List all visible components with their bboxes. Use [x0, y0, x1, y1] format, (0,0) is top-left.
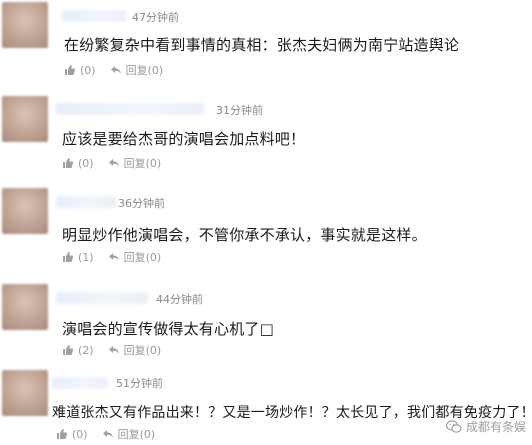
like-button[interactable]: (0) [64, 64, 110, 77]
avatar[interactable] [2, 370, 48, 416]
comment-actions: (0) 回复(0) [56, 426, 155, 442]
like-button[interactable]: (0) [56, 428, 102, 441]
comment-text: 明显炒作他演唱会，不管你承不承认，事实就是这样。 [62, 226, 427, 244]
comment-item: 47分钟前 在纷繁复杂中看到事情的真相：张杰夫妇俩为南宁站造舆论 (0) 回复(… [0, 0, 532, 88]
comment-item: 36分钟前 明显炒作他演唱会，不管你承不承认，事实就是这样。 (1) 回复(0) [0, 180, 532, 272]
reply-label: 回复(0) [117, 428, 156, 441]
reply-label: 回复(0) [123, 344, 162, 357]
comment-item: 31分钟前 应该是要给杰哥的演唱会加点料吧！ (0) 回复(0) [0, 88, 532, 180]
reply-arrow-icon [108, 346, 119, 354]
comment-text: 应该是要给杰哥的演唱会加点料吧！ [62, 130, 306, 148]
reply-button[interactable]: 回复(0) [102, 426, 156, 442]
username-redacted[interactable] [56, 292, 148, 304]
comment-time: 47分钟前 [132, 11, 179, 24]
reply-arrow-icon [102, 430, 113, 438]
username-redacted[interactable] [52, 377, 108, 389]
wechat-icon [445, 419, 462, 433]
like-count: (0) [72, 427, 88, 441]
comment-actions: (2) 回复(0) [62, 342, 161, 358]
watermark-text: 成都有条娱 [465, 420, 526, 434]
username-redacted[interactable] [62, 10, 126, 22]
thumbs-up-icon [57, 429, 68, 439]
reply-button[interactable]: 回复(0) [108, 155, 162, 171]
username-redacted[interactable] [56, 196, 116, 208]
comment-time: 36分钟前 [118, 197, 165, 210]
like-count: (0) [78, 156, 94, 170]
reply-label: 回复(0) [125, 64, 164, 77]
reply-arrow-icon [110, 66, 121, 74]
comment-actions: (0) 回复(0) [64, 62, 163, 78]
comment-actions: (0) 回复(0) [62, 155, 161, 171]
avatar[interactable] [2, 284, 48, 330]
avatar[interactable] [2, 96, 48, 142]
comment-text: 演唱会的宣传做得太有心机了□ [62, 320, 274, 338]
like-button[interactable]: (2) [62, 344, 108, 357]
comment-time: 44分钟前 [156, 293, 203, 306]
reply-button[interactable]: 回复(0) [108, 342, 162, 358]
comment-item: 44分钟前 演唱会的宣传做得太有心机了□ (2) 回复(0) [0, 272, 532, 364]
comment-time: 51分钟前 [116, 377, 163, 390]
thumbs-up-icon [63, 158, 74, 168]
reply-label: 回复(0) [123, 251, 162, 264]
avatar[interactable] [2, 188, 48, 234]
reply-button[interactable]: 回复(0) [110, 62, 164, 78]
like-count: (1) [78, 250, 94, 264]
thumbs-up-icon [63, 345, 74, 355]
avatar[interactable] [2, 2, 48, 48]
watermark: 成都有条娱 [445, 418, 526, 435]
like-count: (0) [80, 63, 96, 77]
like-button[interactable]: (1) [62, 251, 108, 264]
thumbs-up-icon [63, 252, 74, 262]
username-redacted[interactable] [56, 103, 204, 115]
comment-text: 在纷繁复杂中看到事情的真相：张杰夫妇俩为南宁站造舆论 [64, 36, 460, 54]
thumbs-up-icon [65, 65, 76, 75]
reply-arrow-icon [108, 159, 119, 167]
like-button[interactable]: (0) [62, 157, 108, 170]
like-count: (2) [78, 343, 94, 357]
comment-actions: (1) 回复(0) [62, 249, 161, 265]
comment-time: 31分钟前 [216, 104, 263, 117]
reply-label: 回复(0) [123, 157, 162, 170]
reply-button[interactable]: 回复(0) [108, 249, 162, 265]
reply-arrow-icon [108, 253, 119, 261]
